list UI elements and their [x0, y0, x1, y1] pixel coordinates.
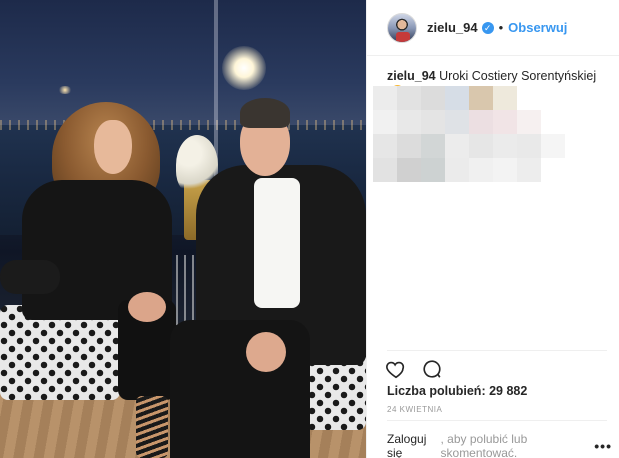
- caption-username[interactable]: zielu_94: [387, 69, 436, 83]
- header-username[interactable]: zielu_94: [427, 20, 478, 35]
- photo-man-shirt: [254, 178, 300, 308]
- avatar[interactable]: [387, 12, 417, 43]
- photo-held-hands: [128, 292, 166, 322]
- blur-cell: [373, 158, 397, 182]
- blur-cell: [421, 86, 445, 110]
- blur-cell: [517, 158, 541, 182]
- blur-cell: [397, 134, 421, 158]
- blur-cell: [493, 158, 517, 182]
- blur-cell: [445, 86, 469, 110]
- blur-cell: [445, 134, 469, 158]
- photo-heels: [136, 396, 168, 458]
- heart-outline-icon[interactable]: [385, 358, 407, 385]
- blur-cell: [373, 134, 397, 158]
- blur-cell: [421, 134, 445, 158]
- blur-cell: [493, 134, 517, 158]
- blur-cell: [493, 86, 517, 110]
- blur-cell: [541, 134, 565, 158]
- photo-woman-face: [94, 120, 132, 174]
- blur-cell: [517, 134, 541, 158]
- header-separator: •: [498, 20, 504, 35]
- blur-cell: [445, 110, 469, 134]
- blur-cell: [445, 158, 469, 182]
- login-prompt-text: , aby polubić lub skomentować.: [440, 432, 528, 458]
- blur-cell: [421, 110, 445, 134]
- blur-cell: [397, 86, 421, 110]
- login-prompt: Zaloguj się , aby polubić lub skomentowa…: [387, 432, 612, 458]
- blur-cell: [373, 86, 397, 110]
- actions-divider: [387, 350, 607, 351]
- photo-woman-arm: [0, 260, 60, 294]
- blur-cell: [469, 134, 493, 158]
- comment-bubble-icon[interactable]: [421, 358, 443, 385]
- photo-lamp: [222, 46, 266, 90]
- post-photo[interactable]: [0, 0, 366, 458]
- post-actions: [385, 358, 443, 385]
- blur-cell: [517, 110, 541, 134]
- post-date: 24 KWIETNIA: [387, 405, 443, 414]
- post-header: zielu_94 ✓ • Obserwuj: [367, 0, 619, 56]
- photo-lamp-small: [58, 86, 72, 94]
- login-link[interactable]: Zaloguj się: [387, 432, 441, 458]
- blur-cell: [469, 86, 493, 110]
- blur-cell: [469, 110, 493, 134]
- blur-cell: [421, 158, 445, 182]
- photo-man-hair: [240, 98, 290, 128]
- caption-text: Uroki Costiery Sorentyńskiej: [439, 69, 597, 83]
- photo-man-legs: [170, 320, 310, 458]
- blur-cell: [469, 158, 493, 182]
- likes-count[interactable]: Liczba polubień: 29 882: [387, 384, 527, 398]
- more-options-icon[interactable]: •••: [594, 438, 612, 454]
- blur-cell: [493, 110, 517, 134]
- post-side-panel: zielu_94 ✓ • Obserwuj zielu_94 Uroki Cos…: [366, 0, 619, 458]
- blur-cell: [373, 110, 397, 134]
- photo-man-hand: [246, 332, 286, 372]
- verified-badge-icon: ✓: [481, 21, 494, 34]
- blur-cell: [397, 158, 421, 182]
- photo-shore-lights: [0, 120, 366, 130]
- login-divider: [387, 420, 607, 421]
- pixelated-comments-area: [373, 86, 565, 184]
- blur-cell: [397, 110, 421, 134]
- follow-button[interactable]: Obserwuj: [508, 20, 567, 35]
